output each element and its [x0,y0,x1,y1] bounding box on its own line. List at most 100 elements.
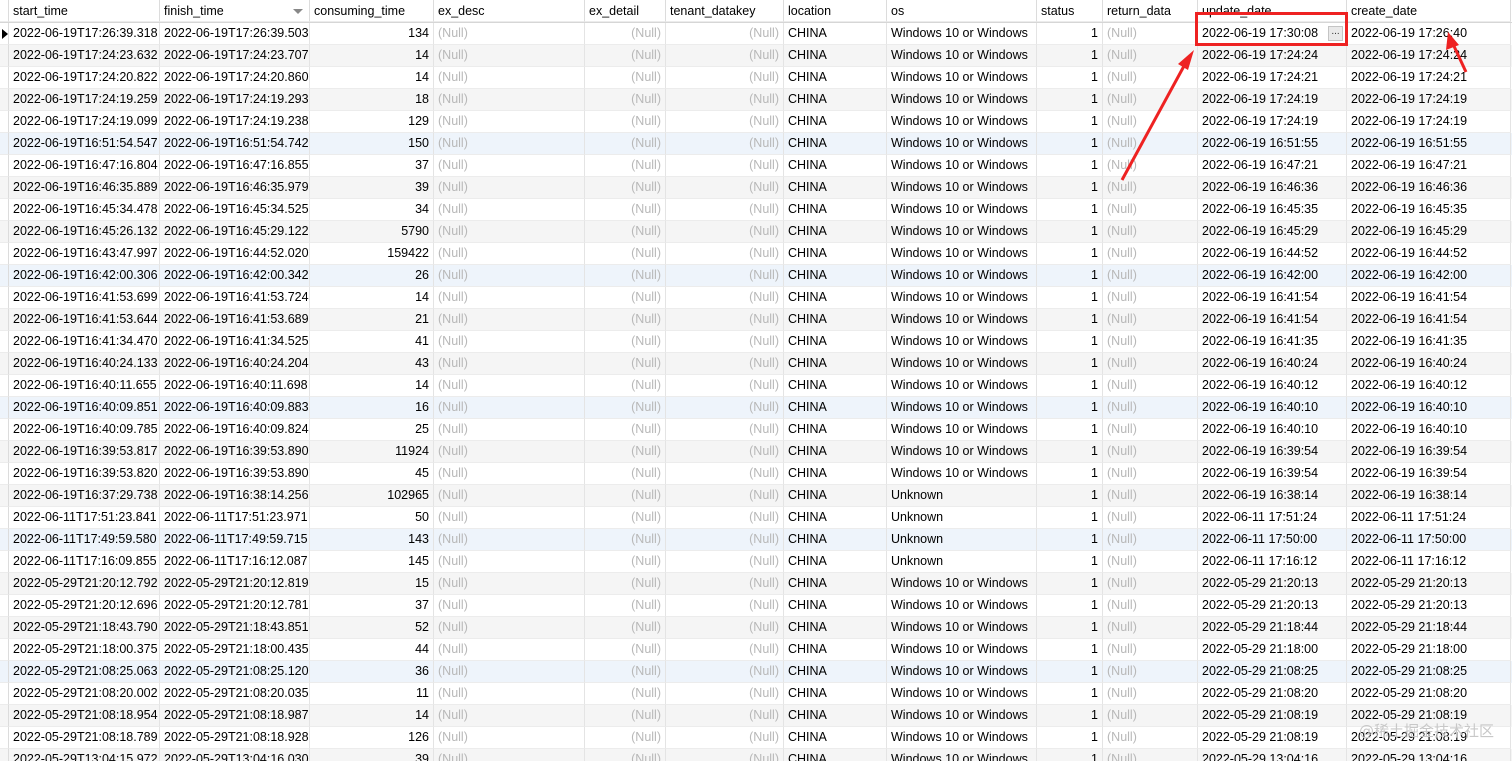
column-header-location[interactable]: location [784,0,887,22]
table-row[interactable]: 2022-06-19T16:37:29.738 2022-06-19T16:38:… [0,485,1512,507]
cell-ex-desc[interactable]: (Null) [434,111,585,133]
table-row[interactable]: 2022-06-19T17:26:39.318 2022-06-19T17:26:… [0,23,1512,45]
cell-location[interactable]: CHINA [784,529,887,551]
column-header-os[interactable]: os [887,0,1037,22]
cell-status[interactable]: 1 [1037,265,1103,287]
cell-return-data[interactable]: (Null) [1103,353,1198,375]
cell-finish-time[interactable]: 2022-06-11T17:49:59.715 [160,529,310,551]
row-gutter[interactable] [0,331,9,353]
cell-ex-detail[interactable]: (Null) [585,617,666,639]
cell-create-date[interactable]: 2022-06-19 16:38:14 [1347,485,1511,507]
row-gutter[interactable] [0,507,9,529]
cell-location[interactable]: CHINA [784,419,887,441]
cell-finish-time[interactable]: 2022-06-19T16:41:53.689 [160,309,310,331]
cell-os[interactable]: Windows 10 or Windows [887,573,1037,595]
results-grid[interactable]: start_time finish_time consuming_time ex… [0,0,1512,761]
row-gutter[interactable] [0,727,9,749]
cell-os[interactable]: Windows 10 or Windows [887,23,1037,45]
cell-ex-desc[interactable]: (Null) [434,199,585,221]
cell-os[interactable]: Windows 10 or Windows [887,683,1037,705]
cell-finish-time[interactable]: 2022-06-19T16:45:34.525 [160,199,310,221]
cell-location[interactable]: CHINA [784,265,887,287]
table-row[interactable]: 2022-05-29T21:18:43.790 2022-05-29T21:18:… [0,617,1512,639]
cell-location[interactable]: CHINA [784,595,887,617]
cell-consuming-time[interactable]: 37 [310,595,434,617]
cell-tenant-datakey[interactable]: (Null) [666,595,784,617]
cell-return-data[interactable]: (Null) [1103,749,1198,761]
cell-ex-detail[interactable]: (Null) [585,309,666,331]
cell-status[interactable]: 1 [1037,749,1103,761]
cell-update-date[interactable]: 2022-06-19 16:46:36 [1198,177,1347,199]
cell-os[interactable]: Windows 10 or Windows [887,89,1037,111]
cell-finish-time[interactable]: 2022-06-19T17:24:23.707 [160,45,310,67]
cell-start-time[interactable]: 2022-05-29T21:08:20.002 [9,683,160,705]
cell-consuming-time[interactable]: 102965 [310,485,434,507]
cell-location[interactable]: CHINA [784,485,887,507]
table-row[interactable]: 2022-06-19T17:24:19.099 2022-06-19T17:24:… [0,111,1512,133]
cell-status[interactable]: 1 [1037,529,1103,551]
cell-ex-detail[interactable]: (Null) [585,595,666,617]
cell-location[interactable]: CHINA [784,397,887,419]
cell-ex-desc[interactable]: (Null) [434,155,585,177]
cell-location[interactable]: CHINA [784,45,887,67]
cell-return-data[interactable]: (Null) [1103,287,1198,309]
row-gutter[interactable] [0,441,9,463]
table-row[interactable]: 2022-06-19T16:41:34.470 2022-06-19T16:41:… [0,331,1512,353]
row-gutter[interactable] [0,111,9,133]
cell-location[interactable]: CHINA [784,309,887,331]
cell-return-data[interactable]: (Null) [1103,617,1198,639]
cell-create-date[interactable]: 2022-06-19 16:47:21 [1347,155,1511,177]
cell-os[interactable]: Windows 10 or Windows [887,199,1037,221]
cell-ex-desc[interactable]: (Null) [434,705,585,727]
cell-create-date[interactable]: 2022-06-19 16:44:52 [1347,243,1511,265]
row-gutter[interactable] [0,199,9,221]
cell-status[interactable]: 1 [1037,287,1103,309]
cell-start-time[interactable]: 2022-05-29T21:20:12.792 [9,573,160,595]
cell-update-date[interactable]: 2022-06-19 16:40:10 [1198,397,1347,419]
cell-return-data[interactable]: (Null) [1103,573,1198,595]
row-gutter[interactable] [0,419,9,441]
cell-tenant-datakey[interactable]: (Null) [666,221,784,243]
cell-tenant-datakey[interactable]: (Null) [666,23,784,45]
cell-create-date[interactable]: 2022-05-29 21:20:13 [1347,573,1511,595]
cell-create-date[interactable]: 2022-06-11 17:50:00 [1347,529,1511,551]
cell-create-date[interactable]: 2022-06-19 16:45:29 [1347,221,1511,243]
row-gutter[interactable] [0,243,9,265]
cell-update-date[interactable]: 2022-05-29 21:18:00 [1198,639,1347,661]
cell-return-data[interactable]: (Null) [1103,177,1198,199]
cell-create-date[interactable]: 2022-06-19 16:40:10 [1347,397,1511,419]
cell-return-data[interactable]: (Null) [1103,309,1198,331]
cell-os[interactable]: Unknown [887,529,1037,551]
cell-status[interactable]: 1 [1037,111,1103,133]
cell-os[interactable]: Windows 10 or Windows [887,419,1037,441]
cell-update-date[interactable]: 2022-06-19 17:24:19 [1198,111,1347,133]
cell-os[interactable]: Windows 10 or Windows [887,749,1037,761]
cell-finish-time[interactable]: 2022-06-19T16:51:54.742 [160,133,310,155]
cell-ex-detail[interactable]: (Null) [585,661,666,683]
cell-create-date[interactable]: 2022-06-11 17:16:12 [1347,551,1511,573]
cell-os[interactable]: Windows 10 or Windows [887,133,1037,155]
cell-finish-time[interactable]: 2022-06-19T16:41:34.525 [160,331,310,353]
cell-return-data[interactable]: (Null) [1103,89,1198,111]
cell-os[interactable]: Windows 10 or Windows [887,705,1037,727]
cell-tenant-datakey[interactable]: (Null) [666,265,784,287]
cell-status[interactable]: 1 [1037,705,1103,727]
cell-create-date[interactable]: 2022-05-29 21:08:20 [1347,683,1511,705]
cell-update-date[interactable]: 2022-06-19 16:39:54 [1198,441,1347,463]
cell-location[interactable]: CHINA [784,155,887,177]
cell-tenant-datakey[interactable]: (Null) [666,463,784,485]
cell-finish-time[interactable]: 2022-06-19T16:40:09.883 [160,397,310,419]
cell-return-data[interactable]: (Null) [1103,485,1198,507]
cell-start-time[interactable]: 2022-06-19T17:26:39.318 [9,23,160,45]
cell-update-date[interactable]: 2022-05-29 21:08:25 [1198,661,1347,683]
row-gutter[interactable] [0,309,9,331]
cell-consuming-time[interactable]: 43 [310,353,434,375]
cell-status[interactable]: 1 [1037,155,1103,177]
cell-start-time[interactable]: 2022-06-19T16:51:54.547 [9,133,160,155]
cell-consuming-time[interactable]: 34 [310,199,434,221]
table-row[interactable]: 2022-06-11T17:49:59.580 2022-06-11T17:49:… [0,529,1512,551]
cell-os[interactable]: Unknown [887,485,1037,507]
cell-consuming-time[interactable]: 14 [310,287,434,309]
row-gutter[interactable] [0,45,9,67]
cell-ex-desc[interactable]: (Null) [434,221,585,243]
